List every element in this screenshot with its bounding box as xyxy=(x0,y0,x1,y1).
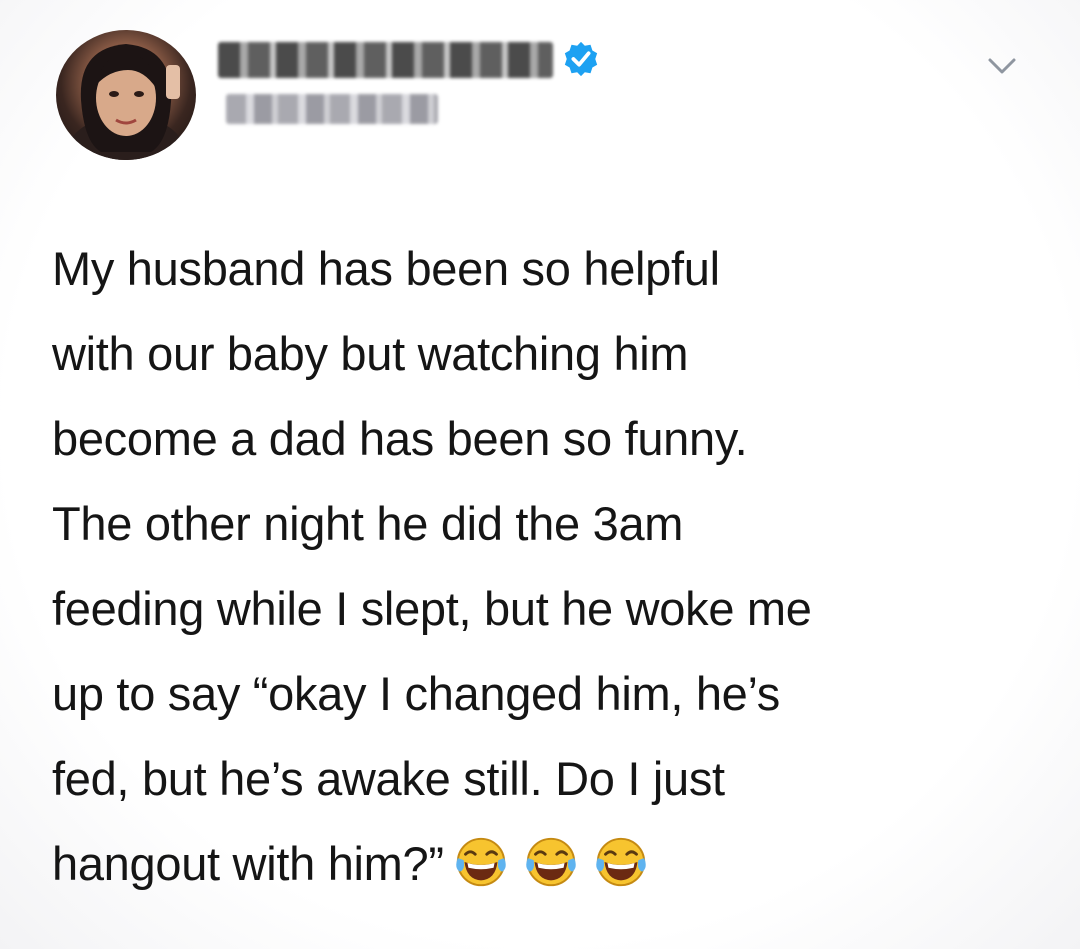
author-name-redacted[interactable] xyxy=(218,42,553,78)
author-handle-redacted[interactable] xyxy=(226,94,438,124)
tweet-text-last-line: hangout with him?” xyxy=(52,821,1052,906)
tears-of-joy-emoji-icon xyxy=(525,837,576,886)
tweet-text-line: hangout with him?” xyxy=(52,837,444,890)
avatar-photo-icon xyxy=(66,44,186,160)
tweet-text-line: become a dad has been so funny. xyxy=(52,412,748,465)
emoji-group xyxy=(452,833,650,891)
tweet-text-line: The other night he did the 3am xyxy=(52,497,684,550)
tweet-text-line: fed, but he’s awake still. Do I just xyxy=(52,752,725,805)
verified-badge-icon xyxy=(564,41,598,77)
tears-of-joy-emoji-icon xyxy=(455,837,506,886)
chevron-down-icon[interactable] xyxy=(986,54,1018,78)
tweet-text-line: with our baby but watching him xyxy=(52,327,689,380)
author-header xyxy=(218,36,598,126)
tweet-card: My husband has been so helpful with our … xyxy=(0,0,1080,949)
tweet-text-line: My husband has been so helpful xyxy=(52,242,720,295)
tweet-text-line: feeding while I slept, but he woke me xyxy=(52,582,812,635)
tweet-text: My husband has been so helpful with our … xyxy=(52,226,1052,906)
avatar[interactable] xyxy=(56,30,196,160)
tweet-text-line: up to say “okay I changed him, he’s xyxy=(52,667,781,720)
tears-of-joy-emoji-icon xyxy=(595,837,646,886)
